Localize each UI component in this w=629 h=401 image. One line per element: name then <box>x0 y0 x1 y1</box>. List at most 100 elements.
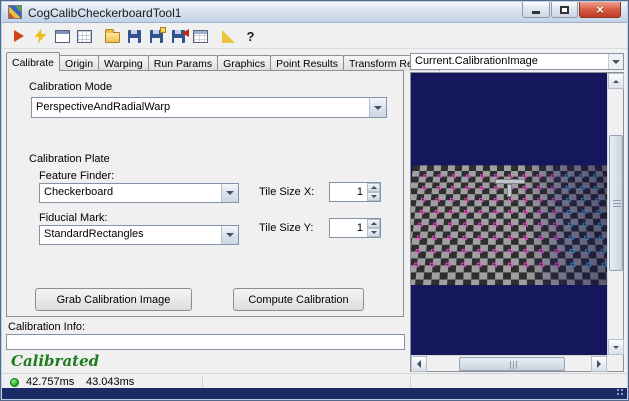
fiducial-mark-dropdown-button[interactable] <box>221 226 238 244</box>
calibrate-tab-panel: Calibration Mode PerspectiveAndRadialWar… <box>6 70 404 317</box>
grab-calibration-image-button[interactable]: Grab Calibration Image <box>35 288 192 311</box>
status-divider <box>202 376 203 387</box>
tab-origin[interactable]: Origin <box>59 55 100 71</box>
import-button[interactable] <box>168 26 189 47</box>
open-folder-icon <box>105 29 120 43</box>
maximize-icon <box>560 5 569 14</box>
chevron-right-icon <box>597 360 601 368</box>
scroll-down-button[interactable] <box>608 339 624 355</box>
electric-run-button[interactable] <box>30 26 51 47</box>
feature-finder-value: Checkerboard <box>44 186 114 198</box>
help-icon: ? <box>246 28 255 44</box>
tile-size-x-spinner <box>367 183 380 201</box>
scroll-right-button[interactable] <box>591 356 607 372</box>
scrollbar-corner <box>607 355 623 371</box>
spin-up-button[interactable] <box>367 183 380 192</box>
help-button[interactable]: ? <box>240 26 261 47</box>
tile-size-y-label: Tile Size Y: <box>259 222 314 234</box>
tab-point-results[interactable]: Point Results <box>270 55 345 71</box>
run-icon <box>13 30 24 42</box>
graphics-button[interactable] <box>218 26 239 47</box>
tile-size-x-spinbox <box>329 182 381 202</box>
image-viewport[interactable] <box>411 73 607 355</box>
scroll-left-button[interactable] <box>411 356 427 372</box>
feature-finder-combo[interactable]: Checkerboard <box>39 183 239 203</box>
vertical-scroll-thumb[interactable] <box>609 135 623 271</box>
chevron-left-icon <box>417 360 421 368</box>
close-button[interactable]: × <box>579 2 621 18</box>
calibration-mode-value: PerspectiveAndRadialWarp <box>36 101 171 113</box>
thumb-grip-icon <box>510 361 511 369</box>
calibration-mode-combo[interactable]: PerspectiveAndRadialWarp <box>31 97 387 118</box>
run-status-icon <box>10 378 19 387</box>
execution-time: 42.757ms <box>26 376 75 388</box>
import-arrow-icon <box>182 28 189 37</box>
horizontal-scrollbar[interactable] <box>411 355 607 372</box>
tab-run-params[interactable]: Run Params <box>147 55 219 71</box>
lightning-icon <box>34 28 47 44</box>
chevron-up-icon <box>613 79 619 83</box>
compute-calibration-button[interactable]: Compute Calibration <box>233 288 364 311</box>
chevron-up-icon <box>370 222 377 225</box>
feature-finder-label: Feature Finder: <box>39 170 115 182</box>
calibration-plate-label: Calibration Plate <box>29 153 110 165</box>
chevron-down-icon <box>370 195 377 198</box>
window-title: CogCalibCheckerboardTool1 <box>28 6 182 20</box>
window-controls: × <box>521 2 621 18</box>
tab-calibrate[interactable]: Calibrate <box>6 52 61 71</box>
set-square-icon <box>222 29 235 43</box>
tile-size-y-spinner <box>367 219 380 237</box>
results-table-icon <box>193 29 208 43</box>
scroll-up-button[interactable] <box>608 73 624 89</box>
title-bar[interactable]: CogCalibCheckerboardTool1 × <box>2 2 627 23</box>
grid-icon <box>77 29 92 43</box>
open-button[interactable] <box>102 26 123 47</box>
minimize-icon <box>532 11 540 14</box>
calibration-info-label: Calibration Info: <box>8 321 86 333</box>
total-time: 43.043ms <box>86 376 135 388</box>
chevron-down-icon <box>226 233 234 237</box>
calibration-mode-label: Calibration Mode <box>29 81 113 93</box>
origin-y-axis <box>507 184 512 197</box>
image-selector-dropdown-button[interactable] <box>608 54 623 69</box>
run-button[interactable] <box>8 26 29 47</box>
tab-graphics[interactable]: Graphics <box>217 55 272 71</box>
fiducial-mark-combo[interactable]: StandardRectangles <box>39 225 239 245</box>
app-window: CogCalibCheckerboardTool1 × ? Calibrate … <box>0 0 629 401</box>
thumb-grip-icon <box>613 200 621 201</box>
close-icon: × <box>596 2 604 17</box>
image-selector-combo[interactable]: Current.CalibrationImage <box>410 53 624 70</box>
origin-axes-marker <box>495 179 525 197</box>
results-table-button[interactable] <box>190 26 211 47</box>
image-grid-button[interactable] <box>74 26 95 47</box>
save-button[interactable] <box>124 26 145 47</box>
calibration-mode-dropdown-button[interactable] <box>369 98 386 117</box>
spin-down-button[interactable] <box>367 228 380 237</box>
save-icon <box>128 29 141 43</box>
save-results-button[interactable] <box>146 26 167 47</box>
maximize-button[interactable] <box>551 2 578 18</box>
window-bottom-frame <box>2 388 627 399</box>
fiducial-mark-label: Fiducial Mark: <box>39 212 108 224</box>
feature-finder-dropdown-button[interactable] <box>221 184 238 202</box>
image-window-button[interactable] <box>52 26 73 47</box>
chevron-down-icon <box>226 191 234 195</box>
minimize-button[interactable] <box>522 2 550 18</box>
tab-warping[interactable]: Warping <box>98 55 149 71</box>
image-selector-value: Current.CalibrationImage <box>415 55 538 67</box>
chevron-down-icon <box>370 231 377 234</box>
fiducial-mark-value: StandardRectangles <box>44 228 144 240</box>
spin-up-button[interactable] <box>367 219 380 228</box>
chevron-down-icon <box>612 59 620 64</box>
image-window-icon <box>55 29 70 43</box>
chevron-up-icon <box>370 186 377 189</box>
horizontal-scroll-thumb[interactable] <box>459 357 565 371</box>
resize-grip[interactable] <box>616 388 625 397</box>
calibration-image-display <box>410 72 624 372</box>
calibration-info-box[interactable] <box>6 334 405 350</box>
tab-strip: Calibrate Origin Warping Run Params Grap… <box>6 52 441 71</box>
status-bar: 42.757ms 43.043ms <box>2 373 627 389</box>
chevron-down-icon <box>374 105 382 110</box>
spin-down-button[interactable] <box>367 192 380 201</box>
vertical-scrollbar[interactable] <box>607 73 624 355</box>
